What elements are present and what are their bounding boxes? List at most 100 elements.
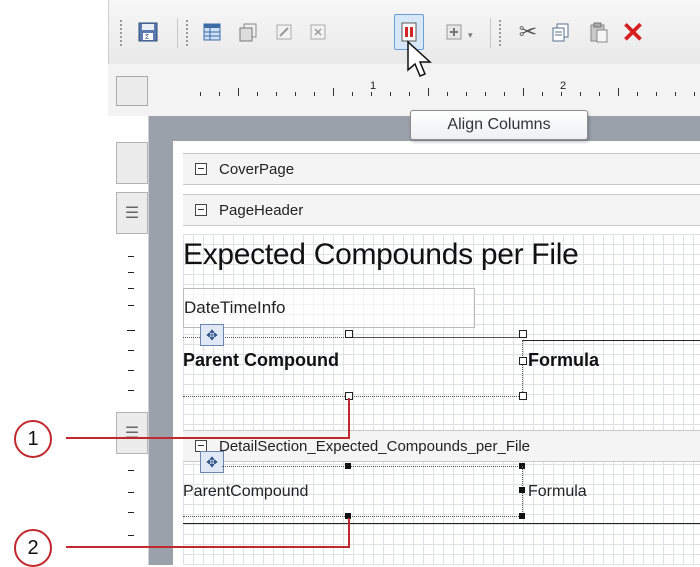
callout-number: 2 (27, 536, 39, 559)
band-page-header[interactable]: PageHeader (183, 194, 700, 226)
resize-handle[interactable] (519, 487, 525, 493)
cut-icon[interactable]: ✂ (515, 19, 541, 45)
ruler-tick (128, 305, 134, 306)
toolbar-separator (490, 18, 491, 48)
save-icon[interactable]: Σ (135, 19, 161, 45)
detail-parent-compound[interactable]: ParentCompound (183, 483, 308, 501)
ruler-tick (127, 330, 135, 331)
ruler-tick (128, 512, 134, 513)
move-handle-icon[interactable]: ✥ (200, 451, 224, 473)
ruler-tick (219, 92, 220, 96)
ruler-tick (504, 92, 505, 96)
callout-leader-line (66, 546, 348, 548)
ruler-tick (295, 92, 296, 96)
ruler-label: 1 (370, 80, 377, 92)
svg-text:Σ: Σ (145, 34, 150, 41)
move-handle-icon[interactable]: ✥ (200, 324, 224, 346)
ruler-tick (485, 92, 486, 96)
callout-leader-line (348, 398, 350, 439)
ruler-tick (599, 92, 600, 96)
selection-outline (183, 516, 523, 517)
copy-icon[interactable] (548, 19, 574, 45)
report-title[interactable]: Expected Compounds per File (183, 238, 579, 272)
ruler-tick (128, 470, 134, 471)
resize-handle[interactable] (345, 463, 351, 469)
copy-format-icon[interactable] (235, 19, 261, 45)
ruler-tick (257, 92, 258, 96)
delete-icon[interactable]: ✕ (620, 17, 646, 48)
selection-outline (522, 340, 523, 396)
callout-leader-line (66, 437, 348, 439)
band-detail-section[interactable]: DetailSection_Expected_Compounds_per_Fil… (183, 430, 700, 462)
ruler-tick (128, 535, 134, 536)
toolbar-grip[interactable] (120, 20, 122, 48)
ruler-tick (409, 92, 410, 96)
ruler-tick (128, 350, 134, 351)
selection-outline (348, 337, 523, 338)
dropdown-arrow-icon[interactable]: ▾ (468, 30, 473, 41)
ruler-tick (447, 92, 448, 96)
collapse-icon[interactable] (195, 163, 207, 175)
horizontal-ruler: 1 2 (180, 80, 700, 102)
selection-outline (222, 466, 522, 467)
resize-handle[interactable] (519, 330, 527, 338)
ruler-tick (371, 92, 372, 96)
ruler-tick (656, 92, 657, 96)
ruler-tick (128, 288, 134, 289)
ruler-tick (128, 390, 134, 391)
ruler-tick (561, 92, 562, 96)
ruler-tick (333, 88, 334, 96)
add-icon[interactable] (441, 19, 467, 45)
ruler-tick (238, 88, 239, 96)
band-label: PageHeader (219, 201, 304, 219)
toolbar-separator (177, 18, 178, 48)
column-border (523, 340, 700, 341)
delete-box-icon[interactable] (305, 19, 331, 45)
callout-1: 1 (14, 420, 52, 458)
table-icon[interactable] (199, 19, 225, 45)
section-grip-icon[interactable]: ☰ (116, 192, 148, 234)
collapse-icon[interactable] (195, 204, 207, 216)
ruler-tick (128, 370, 134, 371)
date-time-info-label: DateTimeInfo (184, 298, 286, 317)
ruler-label: 2 (560, 80, 567, 92)
header-parent-compound[interactable]: Parent Compound (183, 350, 339, 371)
callout-leader-line (348, 518, 350, 548)
section-border (183, 523, 700, 524)
ruler-tick (314, 92, 315, 96)
resize-handle[interactable] (519, 513, 525, 519)
detail-formula[interactable]: Formula (528, 483, 587, 501)
rail-button[interactable] (116, 142, 148, 184)
ruler-tick (618, 88, 619, 96)
ruler-tick (428, 88, 429, 96)
toolbar-grip[interactable] (186, 20, 188, 48)
band-cover-page[interactable]: CoverPage (183, 153, 700, 185)
edit-icon[interactable] (271, 19, 297, 45)
header-formula[interactable]: Formula (528, 350, 599, 371)
ruler-tick (352, 92, 353, 96)
band-label: DetailSection_Expected_Compounds_per_Fil… (219, 437, 531, 455)
callout-2: 2 (14, 529, 52, 567)
selection-outline (183, 396, 523, 397)
ruler-tick (466, 92, 467, 96)
resize-handle[interactable] (519, 357, 527, 365)
ruler-corner[interactable] (116, 76, 148, 106)
toolbar-grip[interactable] (499, 20, 501, 48)
ruler-tick (276, 92, 277, 96)
ruler-tick (200, 92, 201, 96)
ruler-tick (523, 88, 524, 96)
band-label: CoverPage (219, 160, 295, 178)
resize-handle[interactable] (519, 392, 527, 400)
callout-number: 1 (27, 427, 39, 450)
ruler-tick (390, 92, 391, 96)
resize-handle[interactable] (345, 330, 353, 338)
ruler-tick (694, 92, 695, 96)
section-grip-icon[interactable]: ☰ (116, 412, 148, 454)
ruler-tick (675, 92, 676, 96)
ruler-tick (542, 92, 543, 96)
mouse-cursor-icon (406, 40, 434, 85)
date-time-info-field[interactable]: DateTimeInfo (183, 288, 475, 328)
ruler-tick (128, 256, 134, 257)
paste-icon[interactable] (586, 19, 612, 45)
ruler-tick (128, 272, 134, 273)
